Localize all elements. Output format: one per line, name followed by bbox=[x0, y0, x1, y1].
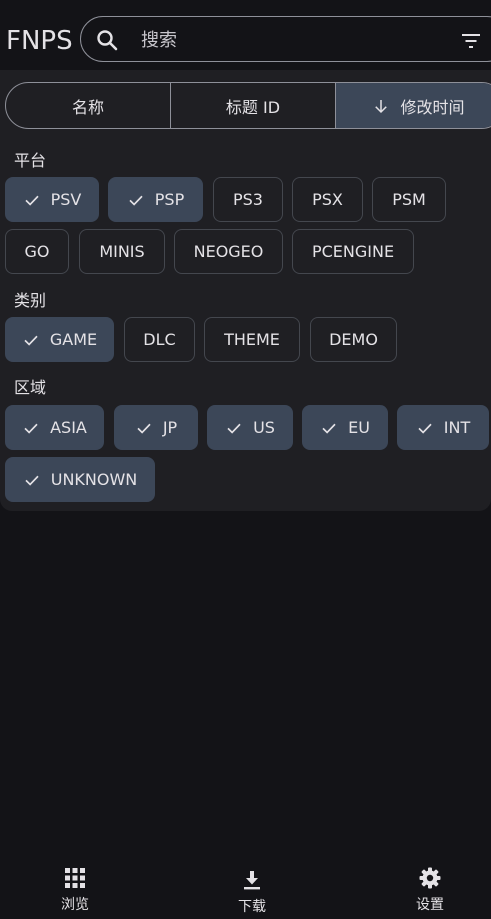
nav-item-download[interactable]: 下载 bbox=[197, 858, 307, 916]
check-icon bbox=[24, 423, 38, 434]
chip-label: PSP bbox=[154, 190, 185, 209]
chip-platform-psm[interactable]: PSM bbox=[372, 177, 446, 222]
nav-label: 下载 bbox=[238, 899, 266, 915]
chip-label: THEME bbox=[224, 330, 280, 349]
check-icon bbox=[25, 475, 39, 486]
sort-by-name-button[interactable]: 名称 bbox=[6, 83, 171, 128]
chip-platform-psv[interactable]: PSV bbox=[5, 177, 99, 222]
chip-platform-neogeo[interactable]: NEOGEO bbox=[174, 229, 283, 274]
chip-label: ASIA bbox=[50, 418, 87, 437]
chip-label: UNKNOWN bbox=[50, 470, 138, 489]
chip-region-int[interactable]: INT bbox=[397, 405, 489, 450]
chip-platform-ps3[interactable]: PS3 bbox=[213, 177, 283, 222]
nav-label: 设置 bbox=[416, 897, 444, 913]
sort-option-label: 修改时间 bbox=[400, 97, 465, 117]
check-icon bbox=[25, 195, 39, 206]
chip-label: DLC bbox=[143, 330, 176, 349]
gear-icon bbox=[419, 867, 441, 889]
check-icon bbox=[227, 423, 241, 434]
chip-category-demo[interactable]: DEMO bbox=[310, 317, 397, 362]
chip-region-eu[interactable]: EU bbox=[302, 405, 388, 450]
app-root: FNPS 名称 标题 ID bbox=[0, 0, 491, 919]
filter-panel: 名称 标题 ID 修改时间 平台 PSV PSP PS3 PSX PSM GO … bbox=[0, 70, 491, 511]
chip-label: GO bbox=[24, 242, 50, 261]
nav-item-browse[interactable]: 浏览 bbox=[20, 858, 130, 914]
chip-label: NEOGEO bbox=[193, 242, 264, 261]
search-icon bbox=[97, 30, 118, 51]
chip-label: PSM bbox=[392, 190, 426, 209]
app-title: FNPS bbox=[6, 26, 73, 56]
sort-option-label: 名称 bbox=[71, 97, 104, 117]
chip-label: MINIS bbox=[99, 242, 145, 261]
search-bar[interactable] bbox=[80, 16, 491, 62]
check-icon bbox=[322, 423, 336, 434]
check-icon bbox=[137, 423, 151, 434]
nav-label: 浏览 bbox=[61, 897, 89, 913]
grid-icon bbox=[65, 868, 85, 888]
chip-category-game[interactable]: GAME bbox=[5, 317, 114, 362]
search-input[interactable] bbox=[141, 27, 441, 53]
chip-label: EU bbox=[348, 418, 370, 437]
sort-selector: 名称 标题 ID 修改时间 bbox=[5, 82, 491, 129]
chip-label: PSV bbox=[50, 190, 82, 209]
chip-region-jp[interactable]: JP bbox=[114, 405, 198, 450]
arrow-down-icon bbox=[375, 99, 388, 113]
check-icon bbox=[24, 335, 38, 346]
chip-platform-pcengine[interactable]: PCENGINE bbox=[292, 229, 414, 274]
chip-region-us[interactable]: US bbox=[207, 405, 293, 450]
chip-label: PCENGINE bbox=[311, 242, 395, 261]
region-section-label: 区域 bbox=[14, 378, 47, 397]
bottom-navigation: 浏览 下载 设置 bbox=[0, 858, 491, 919]
chip-platform-psx[interactable]: PSX bbox=[292, 177, 363, 222]
sort-by-modified-time-button[interactable]: 修改时间 bbox=[336, 83, 491, 128]
chip-region-asia[interactable]: ASIA bbox=[5, 405, 104, 450]
chip-label: GAME bbox=[49, 330, 98, 349]
chip-label: US bbox=[253, 418, 275, 437]
download-icon bbox=[244, 871, 260, 890]
filter-icon[interactable] bbox=[459, 29, 483, 53]
chip-label: PSX bbox=[312, 190, 343, 209]
chip-category-theme[interactable]: THEME bbox=[204, 317, 300, 362]
chip-platform-psp[interactable]: PSP bbox=[108, 177, 203, 222]
chip-label: DEMO bbox=[329, 330, 378, 349]
sort-option-label: 标题 ID bbox=[225, 97, 281, 117]
chip-region-unknown[interactable]: UNKNOWN bbox=[5, 457, 155, 502]
platform-section-label: 平台 bbox=[14, 151, 47, 170]
chip-label: PS3 bbox=[233, 190, 263, 209]
check-icon bbox=[418, 423, 432, 434]
check-icon bbox=[129, 195, 143, 206]
chip-platform-minis[interactable]: MINIS bbox=[79, 229, 165, 274]
chip-platform-go[interactable]: GO bbox=[5, 229, 69, 274]
nav-item-settings[interactable]: 设置 bbox=[375, 858, 485, 914]
sort-by-title-id-button[interactable]: 标题 ID bbox=[171, 83, 336, 128]
chip-label: JP bbox=[162, 418, 178, 437]
chip-category-dlc[interactable]: DLC bbox=[124, 317, 195, 362]
chip-label: INT bbox=[443, 418, 471, 437]
category-section-label: 类别 bbox=[14, 291, 47, 310]
top-app-bar: FNPS bbox=[0, 0, 491, 72]
